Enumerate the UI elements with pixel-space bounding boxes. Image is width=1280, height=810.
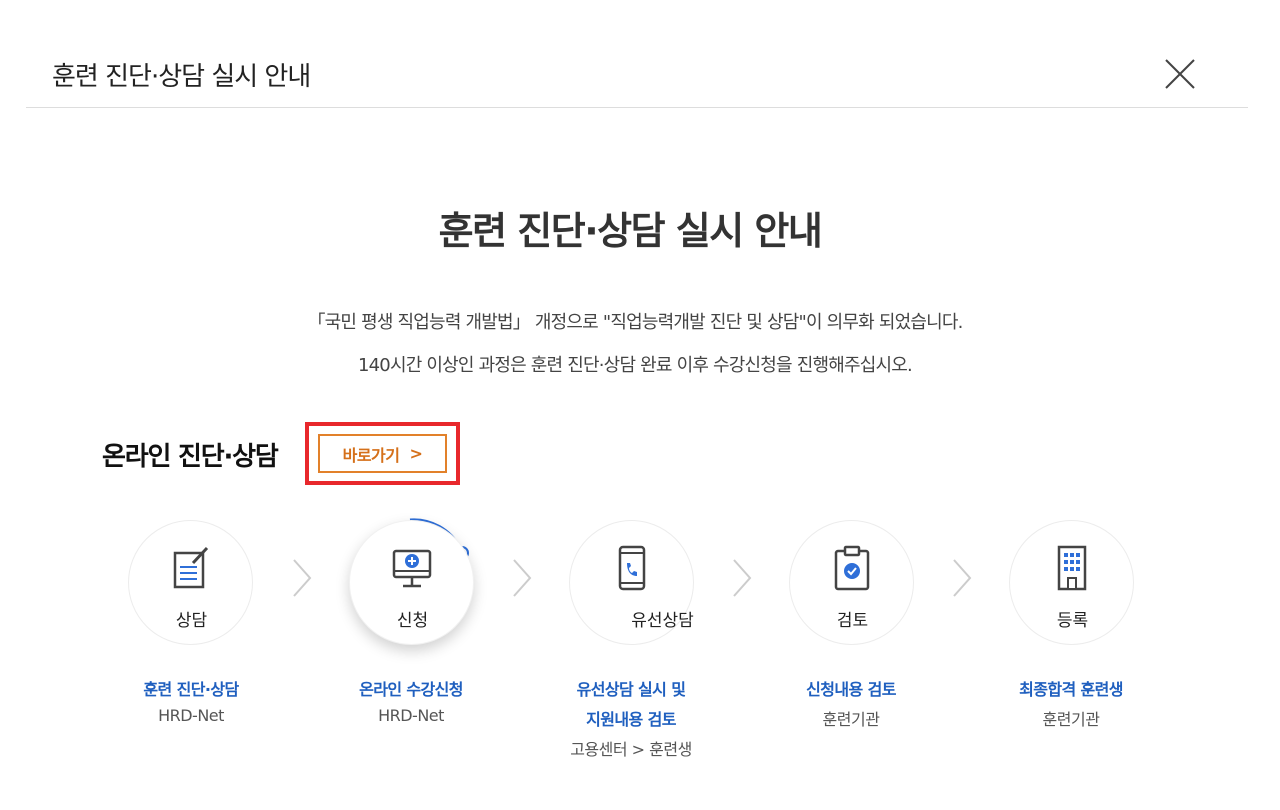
step-caption-sub: HRD-Net — [378, 706, 444, 725]
page-title: 훈련 진단·상담 실시 안내 — [438, 209, 823, 253]
step-caption-sub: 고용센터 > 훈련생 — [570, 740, 692, 759]
step-caption-title: 온라인 수강신청 — [359, 680, 463, 699]
step-review: 검토 — [789, 520, 914, 645]
step-caption-sub: 훈련기관 — [1042, 710, 1100, 729]
go-button-arrow: > — [409, 444, 423, 463]
step-caption-title: 훈련 진단·상담 — [143, 680, 239, 699]
chevron-right-icon — [513, 559, 532, 597]
phone-icon — [618, 545, 646, 591]
description-line-1: 「국민 평생 직업능력 개발법」 개정으로 "직업능력개발 진단 및 상담"이 … — [307, 312, 963, 333]
step-phone-consult: 유선상담 — [569, 520, 694, 645]
document-pen-icon — [173, 546, 209, 589]
step-consult: 상담 — [128, 520, 253, 645]
go-button-highlight: 바로가기 > — [305, 422, 460, 485]
modal-header: 훈련 진단·상담 실시 안내 — [26, 0, 1248, 108]
go-button[interactable]: 바로가기 > — [318, 434, 447, 473]
step-caption-title-2: 지원내용 검토 — [586, 710, 676, 729]
modal-title: 훈련 진단·상담 실시 안내 — [52, 62, 311, 92]
step-caption-title: 신청내용 검토 — [806, 680, 896, 699]
close-icon — [1165, 59, 1195, 89]
step-label: 상담 — [175, 611, 208, 631]
online-section-label: 온라인 진단·상담 — [102, 442, 279, 472]
description-line-2: 140시간 이상인 과정은 훈련 진단·상담 완료 이후 수강신청을 진행해주십… — [358, 355, 913, 376]
chevron-right-icon — [733, 559, 752, 597]
step-label: 유선상담 — [631, 611, 694, 631]
chevron-right-icon — [953, 559, 972, 597]
monitor-plus-icon — [392, 549, 432, 588]
step-caption-title: 유선상담 실시 및 — [576, 680, 686, 699]
step-register: 등록 — [1009, 520, 1134, 645]
step-apply: 신청 — [349, 520, 474, 645]
clipboard-check-icon — [834, 545, 870, 591]
step-caption-sub: HRD-Net — [158, 706, 224, 725]
building-icon — [1057, 545, 1087, 591]
go-button-label: 바로가기 — [342, 445, 400, 465]
close-button[interactable] — [1160, 56, 1200, 96]
step-caption-sub: 훈련기관 — [822, 710, 880, 729]
chevron-right-icon — [293, 559, 312, 597]
step-label: 검토 — [836, 611, 869, 631]
step-label: 등록 — [1056, 611, 1089, 631]
step-label: 신청 — [396, 611, 429, 631]
step-caption-title: 최종합격 훈련생 — [1019, 680, 1123, 699]
